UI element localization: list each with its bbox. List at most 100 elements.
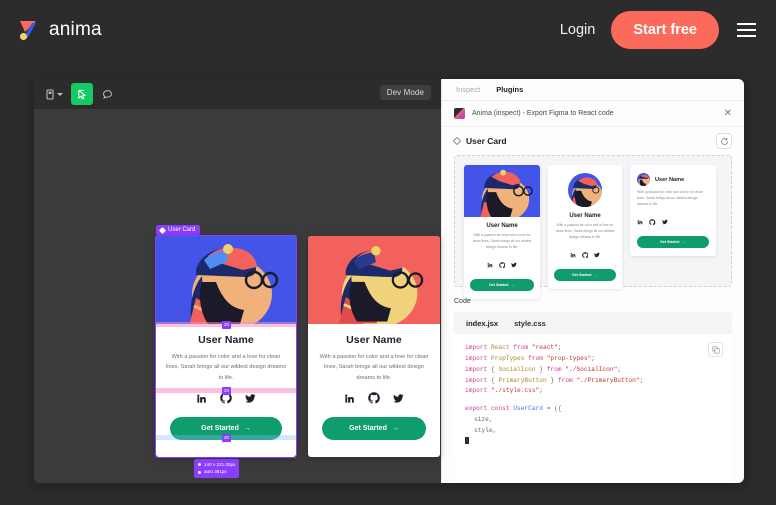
linkedin-icon bbox=[637, 212, 643, 230]
twitter-icon bbox=[661, 212, 668, 230]
figma-menu-icon[interactable] bbox=[40, 83, 68, 105]
twitter-icon bbox=[594, 245, 600, 263]
code-line: export const UserCard = ({ bbox=[465, 405, 562, 413]
code-line: import React from "react"; bbox=[465, 344, 562, 351]
preview-card-avatar-inline[interactable]: User Name With a passion for color and a… bbox=[630, 165, 716, 257]
code-line: import "./style.css"; bbox=[465, 387, 543, 395]
github-icon[interactable] bbox=[368, 391, 380, 409]
code-line: size, bbox=[474, 416, 493, 424]
linkedin-icon[interactable] bbox=[344, 391, 355, 409]
component-preview[interactable]: User Name With a passion for color and a… bbox=[454, 155, 732, 300]
card-hero-image-2 bbox=[308, 236, 440, 324]
selection-badge: User Card bbox=[156, 225, 201, 235]
preview-body-2: User Name With a passion for color and a… bbox=[548, 207, 622, 289]
code-tab-style-css[interactable]: style.css bbox=[514, 319, 546, 328]
twitter-icon[interactable] bbox=[393, 391, 404, 409]
code-lines: import React from "react"; import PropTyp… bbox=[465, 343, 721, 448]
github-icon bbox=[498, 255, 506, 273]
card-social-links-2 bbox=[317, 391, 431, 409]
text-cursor bbox=[465, 436, 469, 444]
card-user-name: User Name bbox=[198, 334, 254, 346]
preview-card-image-top[interactable]: User Name With a passion for color and a… bbox=[464, 165, 540, 300]
login-link[interactable]: Login bbox=[560, 22, 595, 38]
copy-icon[interactable] bbox=[708, 342, 723, 357]
preview-card-avatar-center[interactable]: User Name With a passion for color and a… bbox=[548, 165, 622, 290]
canvas-artboard[interactable]: User Card User Name With a passion for c… bbox=[34, 109, 441, 483]
arrow-right-icon: → bbox=[594, 273, 598, 278]
hamburger-icon[interactable] bbox=[735, 19, 758, 40]
preview-avatar-2 bbox=[568, 173, 602, 207]
dev-mode-button[interactable]: Dev Mode bbox=[379, 85, 431, 100]
code-line bbox=[465, 436, 721, 448]
tab-inspect[interactable]: Inspect bbox=[456, 85, 480, 94]
card-body-2: User Name With a passion for color and a… bbox=[308, 324, 440, 409]
chevron-down-icon bbox=[56, 92, 63, 96]
app-window: Dev Mode User Card User Name With a pass… bbox=[34, 79, 744, 483]
card-description: With a passion for color and a love for … bbox=[319, 354, 429, 381]
brand-logo[interactable]: anima bbox=[16, 17, 102, 43]
code-line: import PropTypes from "prop-types"; bbox=[465, 354, 595, 362]
linkedin-icon[interactable] bbox=[196, 391, 207, 409]
arrow-right-icon: → bbox=[243, 425, 251, 432]
code-section-label: Code bbox=[454, 298, 471, 305]
code-line: import { SocialIcon } from "./SocialIcon… bbox=[465, 365, 621, 373]
plugin-title: Anima (inspect) - Export Figma to React … bbox=[472, 110, 614, 117]
measure-line-1: 140 x 221.00px bbox=[204, 462, 236, 467]
preview-cta-label: Get Started bbox=[660, 240, 680, 245]
preview-cta-label: Get Started bbox=[572, 273, 592, 278]
anima-plugin-icon bbox=[454, 108, 465, 119]
canvas-toolbar: Dev Mode bbox=[34, 79, 441, 109]
linkedin-icon bbox=[487, 255, 493, 273]
preview-cta-2: Get Started → bbox=[554, 269, 616, 282]
preview-user-name: User Name bbox=[655, 176, 685, 183]
comment-icon[interactable] bbox=[96, 83, 118, 105]
figma-canvas[interactable]: Dev Mode User Card User Name With a pass… bbox=[34, 79, 441, 483]
twitter-icon bbox=[511, 255, 517, 273]
preview-description: With a passion for color and a love for … bbox=[555, 223, 615, 240]
code-tab-index-jsx[interactable]: index.jsx bbox=[466, 319, 498, 328]
twitter-icon[interactable] bbox=[245, 391, 256, 409]
arrow-right-icon: → bbox=[391, 425, 399, 432]
preview-cta-3: Get Started → bbox=[637, 236, 709, 249]
design-card-2[interactable]: User Name With a passion for color and a… bbox=[308, 236, 440, 457]
anima-logo-icon bbox=[16, 17, 42, 43]
top-navbar: anima Login Start free bbox=[0, 0, 776, 60]
move-tool-icon[interactable] bbox=[71, 83, 93, 105]
preview-socials-2 bbox=[554, 245, 616, 263]
plugin-panel: Inspect Plugins Anima (inspect) - Export… bbox=[441, 79, 744, 483]
preview-avatar-3 bbox=[637, 173, 650, 186]
code-line: import { PrimaryButton } from "./Primary… bbox=[465, 376, 644, 384]
github-icon bbox=[581, 245, 589, 263]
selection-badge-label: User Card bbox=[168, 227, 196, 233]
preview-socials-3 bbox=[637, 212, 709, 230]
refresh-icon[interactable] bbox=[716, 133, 732, 149]
preview-user-name: User Name bbox=[569, 213, 601, 219]
start-free-button[interactable]: Start free bbox=[611, 11, 719, 49]
tab-plugins[interactable]: Plugins bbox=[496, 85, 523, 94]
nav-actions: Login Start free bbox=[560, 11, 758, 49]
measure-line-2: auto 381px bbox=[204, 469, 227, 475]
measure-chip: 20 bbox=[222, 387, 232, 395]
design-card-1[interactable]: User Name With a passion for color and a… bbox=[156, 236, 296, 457]
component-header-row: User Card bbox=[442, 127, 744, 155]
card-user-name: User Name bbox=[346, 334, 402, 346]
card-hero-image-1 bbox=[156, 236, 296, 324]
preview-head-3: User Name bbox=[637, 173, 709, 186]
preview-description: With a passion for color and a love for … bbox=[637, 190, 703, 207]
preview-user-name: User Name bbox=[486, 223, 518, 229]
close-icon[interactable]: ✕ bbox=[724, 108, 732, 119]
plugin-header-row: Anima (inspect) - Export Figma to React … bbox=[442, 101, 744, 127]
preview-socials-1 bbox=[470, 255, 534, 273]
code-tab-bar: index.jsx style.css bbox=[454, 312, 732, 334]
linkedin-icon bbox=[570, 245, 576, 263]
card-cta-button-2[interactable]: Get Started → bbox=[322, 417, 426, 440]
panel-tab-bar: Inspect Plugins bbox=[442, 79, 744, 101]
code-viewer[interactable]: import React from "react"; import PropTyp… bbox=[454, 334, 732, 483]
card-cta-label: Get Started bbox=[349, 425, 387, 432]
github-icon bbox=[649, 212, 656, 230]
card-cta-label: Get Started bbox=[201, 425, 239, 432]
measure-chip: 20 bbox=[222, 434, 232, 442]
component-diamond-icon bbox=[158, 226, 167, 234]
preview-area: User Name With a passion for color and a… bbox=[442, 155, 744, 300]
